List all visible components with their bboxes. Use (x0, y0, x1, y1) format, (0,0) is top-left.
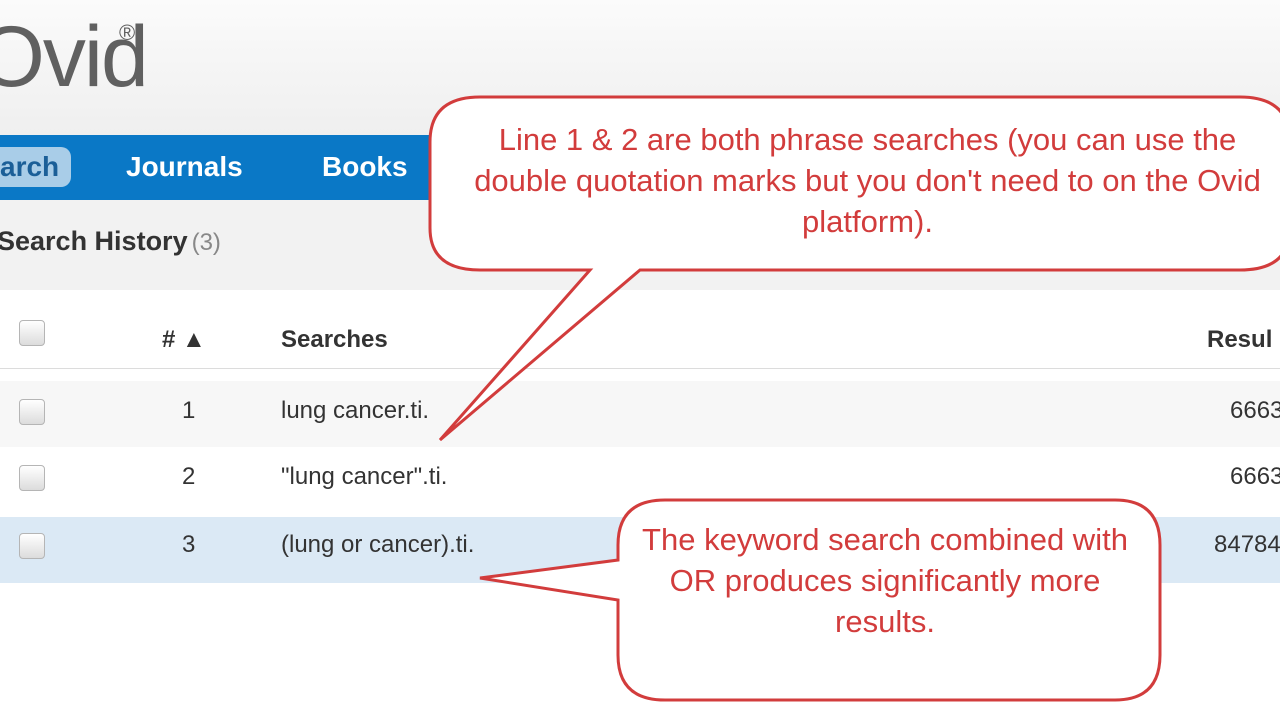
top-callout-text: Line 1 & 2 are both phrase searches (you… (474, 122, 1261, 239)
bottom-callout-text: The keyword search combined with OR prod… (642, 522, 1128, 639)
